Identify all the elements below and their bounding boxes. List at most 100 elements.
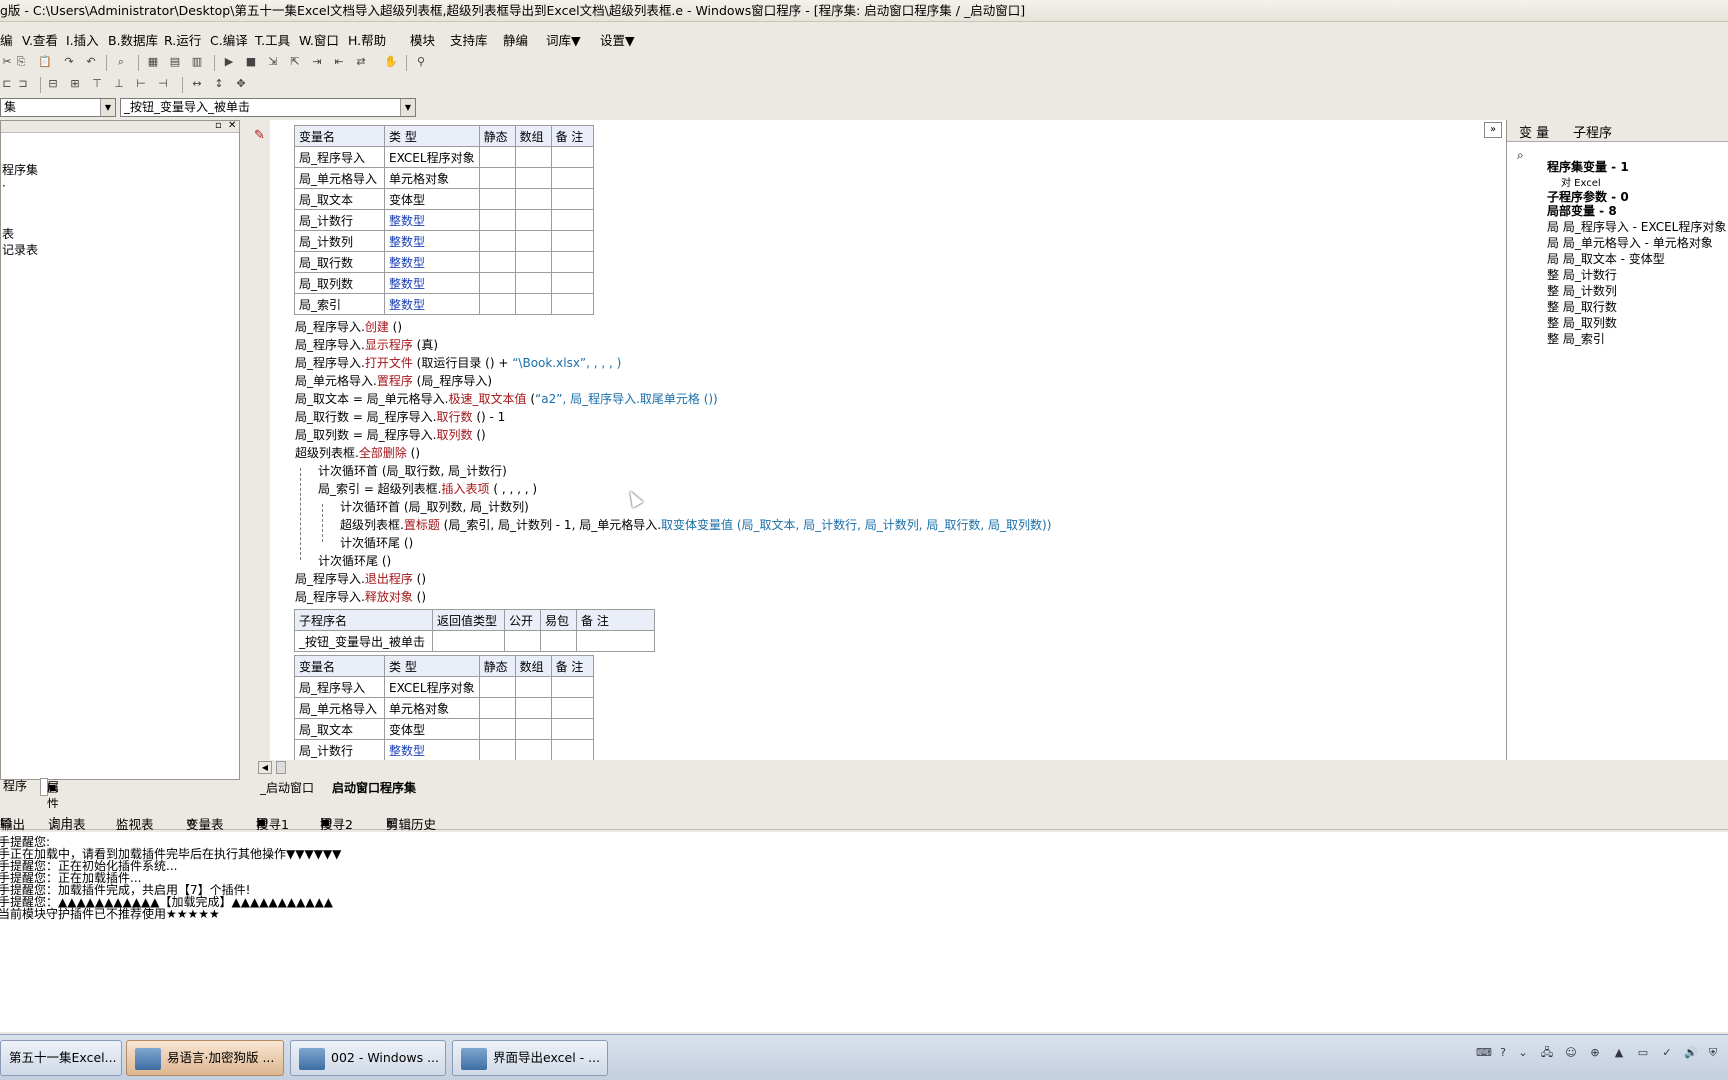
menu-help[interactable]: H.帮助 [348,30,386,49]
search-icon[interactable]: ⌕ [1517,148,1524,163]
align-2-icon[interactable]: ⊐ [16,77,30,91]
space-2-icon[interactable]: ↕ [212,77,226,91]
shield-icon[interactable]: ⛨ [1706,1046,1720,1060]
tab-startup-window-program-set[interactable]: 启动窗口程序集 [332,780,416,798]
code-line[interactable]: 计次循环首 (局_取行数, 局_计数行) [318,462,507,479]
code-line[interactable]: 局_索引 = 超级列表框.插入表项 ( , , , , ) [318,480,537,497]
tab-properties[interactable]: ▣ 属性 [40,778,59,811]
code-line[interactable]: 局_程序导入.退出程序 () [295,570,426,587]
taskbar-item[interactable]: 界面导出excel - ... [452,1040,608,1076]
display-icon[interactable]: ▭ [1636,1046,1650,1060]
tree-node[interactable]: 局部变量 - 8 [1547,202,1617,219]
keyboard-icon[interactable]: ⌨ [1476,1046,1492,1060]
table-row[interactable]: 局_索引 整数型 [294,293,594,315]
run-icon[interactable]: ▶ [222,55,236,69]
table-row[interactable]: 局_取行数 整数型 [294,251,594,273]
taskbar-item[interactable]: 第五十一集Excel... [0,1040,122,1076]
binoculars-icon[interactable]: ⚲ [414,55,428,69]
step-5-icon[interactable]: ⇄ [354,55,368,69]
tree-item[interactable]: 程序集 [2,161,38,178]
align-3-icon[interactable]: ⊟ [46,77,60,91]
scroll-left-icon[interactable]: ◀ [258,761,272,774]
table-row[interactable]: 局_单元格导入 单元格对象 [294,697,594,719]
table-row[interactable]: 局_取文本 变体型 [294,188,594,210]
output-panel[interactable]: 手提醒您: 手正在加载中，请看到加载插件完毕后在执行其他操作▼▼▼▼▼▼ 手提醒… [0,832,1728,1032]
layout-2-icon[interactable]: ▤ [168,55,182,69]
code-line[interactable]: 计次循环首 (局_取列数, 局_计数列) [340,498,529,515]
code-line[interactable]: 局_单元格导入.置程序 (局_程序导入) [295,372,492,389]
update-icon[interactable]: ▲ [1612,1046,1626,1060]
tree-node[interactable]: 整 局_索引 [1547,330,1605,347]
tab-startup-window[interactable]: _启动窗口 [260,780,314,798]
horizontal-scrollbar[interactable]: ◀ [256,760,1506,775]
table-row[interactable]: 局_单元格导入 单元格对象 [294,167,594,189]
align-7-icon[interactable]: ⊢ [134,77,148,91]
align-8-icon[interactable]: ⊣ [156,77,170,91]
menu-module[interactable]: 模块 [410,30,435,49]
method-combo[interactable]: _按钮_变量导入_被单击 ▼ [120,98,416,117]
table-row[interactable]: 局_程序导入 EXCEL程序对象 [294,676,594,698]
code-line[interactable]: 超级列表框.置标题 (局_索引, 局_计数列 - 1, 局_单元格导入.取变体变… [340,516,1051,533]
code-editor[interactable]: 变量名 类 型 静态 数组 备 注 局_程序导入 EXCEL程序对象 局_单元格导… [270,120,1506,760]
code-line[interactable]: 局_程序导入.显示程序 (真) [295,336,438,353]
tree-item[interactable]: 记录表 [2,241,38,258]
tab-program[interactable]: 程序 [0,778,30,796]
code-line[interactable]: 局_程序导入.创建 () [295,318,402,335]
qq-icon[interactable]: ☺ [1564,1046,1578,1060]
table-row[interactable]: 局_计数行 整数型 [294,209,594,231]
code-line[interactable]: 局_取列数 = 局_程序导入.取列数 () [295,426,486,443]
align-5-icon[interactable]: ⊤ [90,77,104,91]
menu-settings[interactable]: 设置▼ [600,30,635,49]
find-icon[interactable]: ⌕ [114,55,128,69]
tree-node[interactable]: 局 局_取文本 - 变体型 [1547,250,1665,267]
layout-1-icon[interactable]: ▦ [146,55,160,69]
tree-node[interactable]: 局 局_程序导入 - EXCEL程序对象 [1547,218,1726,235]
table-row[interactable]: 局_取列数 整数型 [294,272,594,294]
tree-node[interactable]: 整 局_计数行 [1547,266,1617,283]
copy-icon[interactable]: ⎘ [14,55,28,69]
menu-database[interactable]: B.数据库 [108,30,158,49]
code-line[interactable]: 超级列表框.全部删除 () [295,444,420,461]
align-4-icon[interactable]: ⊞ [68,77,82,91]
taskbar-item[interactable]: 易语言·加密狗版 ... [126,1040,284,1076]
table-row[interactable]: _按钮_变量导出_被单击 [294,630,655,652]
restore-icon[interactable]: ▫ [215,120,222,131]
taskbar-item[interactable]: 002 - Windows ... [290,1040,446,1076]
tree-node[interactable]: 整 局_取行数 [1547,298,1617,315]
code-line[interactable]: 局_取行数 = 局_程序导入.取行数 () - 1 [295,408,505,425]
security-icon[interactable]: ⊕ [1588,1046,1602,1060]
menu-support-lib[interactable]: 支持库 [450,30,488,49]
expand-panel-icon[interactable]: » [1484,122,1502,138]
network-icon[interactable]: 🖧 [1540,1046,1554,1060]
menu-run[interactable]: R.运行 [164,30,201,49]
undo-icon[interactable]: ↶ [84,55,98,69]
tree-node[interactable]: 整 局_计数列 [1547,282,1617,299]
tree-node[interactable]: 整 局_取列数 [1547,314,1617,331]
chevron-down-icon[interactable]: ▼ [400,99,415,116]
menu-tools[interactable]: T.工具 [255,30,290,49]
chevron-down-icon[interactable]: ▼ [100,99,115,116]
menu-compile[interactable]: C.编译 [210,30,248,49]
hand-icon[interactable]: ✋ [384,55,398,69]
tree-item[interactable]: · [2,179,6,193]
align-1-icon[interactable]: ⊏ [0,77,14,91]
menu-view[interactable]: V.查看 [22,30,58,49]
tab-subprograms[interactable]: 子程序 [1573,122,1612,141]
layout-3-icon[interactable]: ▥ [190,55,204,69]
code-line[interactable]: 局_取文本 = 局_单元格导入.极速_取文本值 (“a2”, 局_程序导入.取尾… [295,390,718,407]
code-line[interactable]: 局_程序导入.打开文件 (取运行目录 () + “\Book.xlsx”, , … [295,354,621,371]
table-row[interactable]: 局_程序导入 EXCEL程序对象 [294,146,594,168]
tray-expand-icon[interactable]: ⌄ [1516,1046,1530,1060]
code-line[interactable]: 计次循环尾 () [340,534,413,551]
paste-icon[interactable]: 📋 [38,55,52,69]
wifi-icon[interactable]: ✓ [1660,1046,1674,1060]
volume-icon[interactable]: 🔊 [1684,1046,1698,1060]
tree-item[interactable]: 表 [2,225,14,242]
step-1-icon[interactable]: ⇲ [266,55,280,69]
tree-node[interactable]: 对 Excel [1561,174,1601,189]
help-icon[interactable]: ? [1496,1046,1510,1060]
align-6-icon[interactable]: ⊥ [112,77,126,91]
code-line[interactable]: 计次循环尾 () [318,552,391,569]
center-icon[interactable]: ✥ [234,77,248,91]
code-line[interactable]: 局_程序导入.释放对象 () [295,588,426,605]
